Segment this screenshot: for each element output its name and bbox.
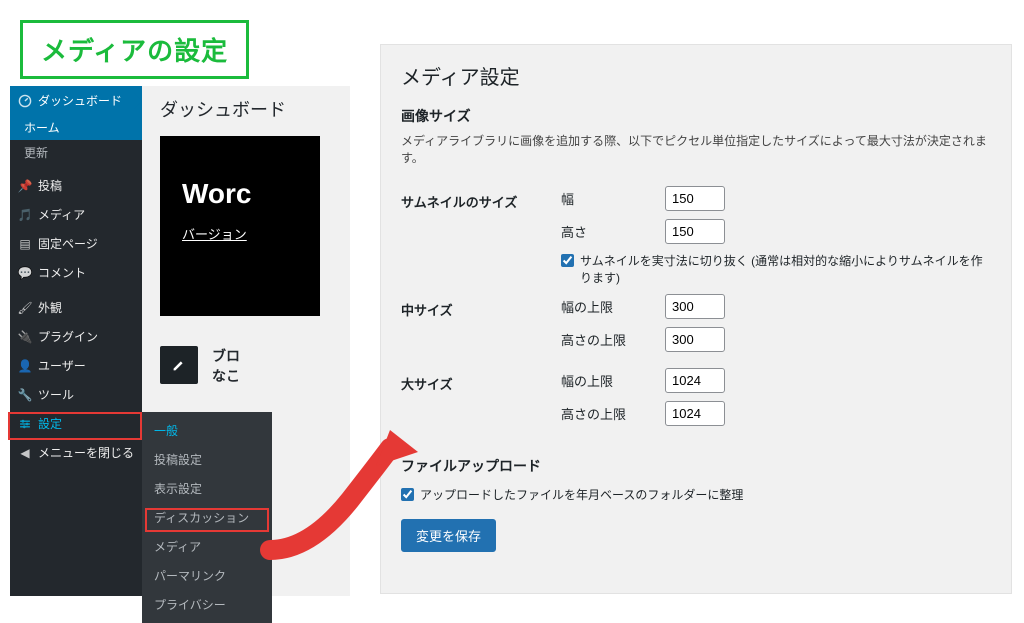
save-changes-button[interactable]: 変更を保存	[401, 519, 496, 552]
thumb-height-input[interactable]	[665, 219, 725, 244]
medium-height-input[interactable]	[665, 327, 725, 352]
thumb-width-label: 幅	[561, 189, 651, 208]
sidebar-subitem-updates[interactable]: 更新	[10, 140, 142, 165]
page-icon: ▤	[18, 237, 32, 251]
user-icon: 👤	[18, 359, 32, 373]
wp-admin-area: ダッシュボード ホーム 更新 📌 投稿 🎵 メディア ▤ 固定ページ 💬 コメン…	[10, 86, 350, 596]
medium-maxw-label: 幅の上限	[561, 297, 651, 316]
sidebar-item-pages[interactable]: ▤ 固定ページ	[10, 229, 142, 258]
block-text-line2: なこ	[212, 366, 240, 386]
sidebar-item-plugins[interactable]: 🔌 プラグイン	[10, 322, 142, 351]
sidebar-subitem-home[interactable]: ホーム	[10, 115, 142, 140]
settings-icon	[18, 417, 32, 431]
plugin-icon: 🔌	[18, 330, 32, 344]
sidebar-item-comments[interactable]: 💬 コメント	[10, 258, 142, 287]
wp-logo-text: Worc	[182, 178, 308, 210]
media-settings-panel: メディア設定 画像サイズ メディアライブラリに画像を追加する際、以下でピクセル単…	[380, 44, 1012, 594]
pin-icon: 📌	[18, 179, 32, 193]
annotation-title: メディアの設定	[41, 36, 228, 66]
flyout-item-privacy[interactable]: プライバシー	[142, 590, 272, 619]
sidebar-item-users[interactable]: 👤 ユーザー	[10, 351, 142, 380]
medium-size-label: 中サイズ	[401, 290, 561, 364]
flyout-item-reading[interactable]: 表示設定	[142, 474, 272, 503]
media-icon: 🎵	[18, 208, 32, 222]
panel-title: メディア設定	[401, 61, 991, 90]
collapse-icon: ◀	[18, 446, 32, 460]
large-maxh-label: 高さの上限	[561, 404, 651, 423]
thumb-width-input[interactable]	[665, 186, 725, 211]
tools-icon: 🔧	[18, 388, 32, 402]
sidebar-item-posts[interactable]: 📌 投稿	[10, 171, 142, 200]
sidebar-item-settings[interactable]: 設定	[10, 409, 142, 438]
flyout-item-permalink[interactable]: パーマリンク	[142, 561, 272, 590]
medium-maxh-label: 高さの上限	[561, 330, 651, 349]
flyout-item-general[interactable]: 一般	[142, 416, 272, 445]
section-file-upload: ファイルアップロード	[401, 456, 991, 476]
version-link[interactable]: バージョン	[182, 224, 247, 243]
medium-width-input[interactable]	[665, 294, 725, 319]
comment-icon: 💬	[18, 266, 32, 280]
flyout-item-writing[interactable]: 投稿設定	[142, 445, 272, 474]
upload-organize-label: アップロードしたファイルを年月ベースのフォルダーに整理	[420, 486, 743, 503]
image-size-desc: メディアライブラリに画像を追加する際、以下でピクセル単位指定したサイズによって最…	[401, 132, 991, 166]
settings-flyout: 一般 投稿設定 表示設定 ディスカッション メディア パーマリンク プライバシー	[142, 412, 272, 623]
thumb-crop-label: サムネイルを実寸法に切り抜く (通常は相対的な縮小によりサムネイルを作ります)	[580, 252, 991, 286]
large-height-input[interactable]	[665, 401, 725, 426]
sidebar-item-dashboard[interactable]: ダッシュボード	[10, 86, 142, 115]
sidebar-item-appearance[interactable]: 🖌 外観	[10, 293, 142, 322]
dashboard-icon	[18, 94, 32, 108]
thumb-height-label: 高さ	[561, 222, 651, 241]
welcome-panel: Worc バージョン	[160, 136, 320, 316]
sidebar-item-collapse[interactable]: ◀ メニューを閉じる	[10, 438, 142, 467]
flyout-item-media[interactable]: メディア	[142, 532, 272, 561]
large-size-label: 大サイズ	[401, 364, 561, 438]
edit-box-icon[interactable]	[160, 346, 198, 384]
sidebar-item-tools[interactable]: 🔧 ツール	[10, 380, 142, 409]
thumb-crop-checkbox[interactable]	[561, 254, 574, 267]
block-text-line1: ブロ	[212, 346, 240, 366]
large-maxw-label: 幅の上限	[561, 371, 651, 390]
sidebar-item-media[interactable]: 🎵 メディア	[10, 200, 142, 229]
dashboard-heading: ダッシュボード	[160, 96, 344, 122]
large-width-input[interactable]	[665, 368, 725, 393]
wp-sidebar: ダッシュボード ホーム 更新 📌 投稿 🎵 メディア ▤ 固定ページ 💬 コメン…	[10, 86, 142, 596]
section-image-sizes: 画像サイズ	[401, 106, 991, 126]
brush-icon: 🖌	[18, 301, 32, 315]
flyout-item-discussion[interactable]: ディスカッション	[142, 503, 272, 532]
upload-organize-checkbox[interactable]	[401, 488, 414, 501]
image-size-table: サムネイルのサイズ 幅 高さ サムネイルを実寸法に切り抜く (通常は相対的な縮小…	[401, 182, 991, 438]
thumb-size-label: サムネイルのサイズ	[401, 182, 561, 290]
sidebar-label: ダッシュボード	[38, 92, 122, 109]
annotation-title-box: メディアの設定	[20, 20, 249, 79]
